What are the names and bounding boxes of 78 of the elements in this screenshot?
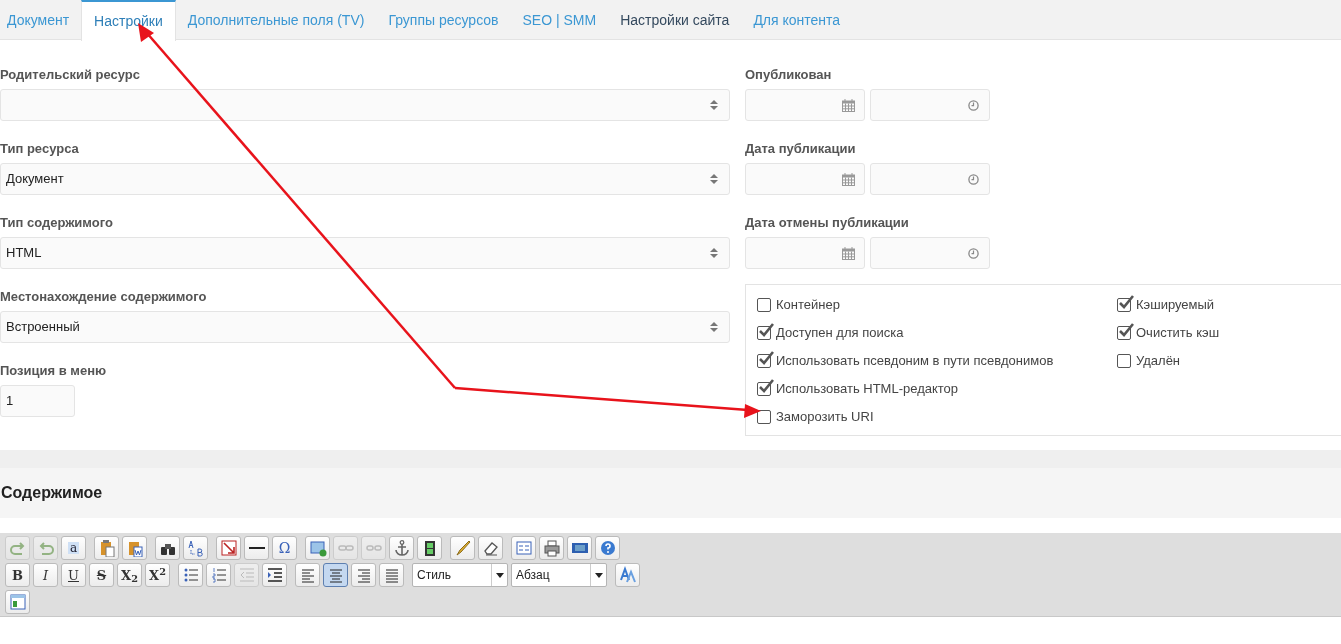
calendar-icon [842,98,855,112]
input-field[interactable]: 1 [0,385,75,417]
toolbar-button[interactable] [417,536,442,560]
calendar-icon [842,172,855,186]
image-icon [308,539,327,557]
section-title: Содержимое [0,483,103,503]
format-button[interactable]: B [5,563,30,587]
toolbar-button[interactable] [244,536,269,560]
format-button[interactable]: X$_{2}$ [117,563,142,587]
checkbox-label: Удалён [1136,352,1181,371]
layout-icon [8,593,27,611]
numbered-list-icon [209,566,228,584]
horizontal-line-icon [248,547,265,549]
date-field[interactable] [745,237,865,269]
checkbox-label: Очистить кэш [1136,324,1220,343]
caret-icon [495,572,504,578]
checkbox[interactable] [757,410,771,424]
select-caret-icon [710,321,718,333]
checkbox[interactable] [1117,298,1131,312]
clock-icon [968,173,979,185]
toolbar-button[interactable] [262,563,287,587]
checkbox[interactable] [757,354,771,368]
time-field[interactable] [870,163,990,195]
checkbox[interactable] [757,298,771,312]
format-button[interactable]: Ω [272,536,297,560]
date-field[interactable] [745,163,865,195]
calendar-icon [842,246,855,260]
replace-icon [186,539,205,557]
select-field[interactable]: HTML [0,237,730,269]
checkbox-label: Доступен для поиска [776,324,904,343]
caret-icon [594,572,603,578]
field-label: Местонахождение содержимого [0,290,208,304]
help-icon [598,539,617,557]
checkbox-label: Использовать псевдоним в пути псевдонимов [776,352,1054,371]
clock-icon [968,99,979,111]
clock-icon [968,247,979,259]
field-label: Тип содержимого [0,216,114,230]
checkbox-label: Кэшируемый [1136,296,1215,315]
field-label: Дата публикации [745,142,857,156]
select-field[interactable]: Документ [0,163,730,195]
date-field[interactable] [745,89,865,121]
toolbar-button[interactable] [155,536,180,560]
select-caret-icon [710,99,718,111]
select-field[interactable]: Встроенный [0,311,730,343]
checkbox[interactable] [1117,354,1131,368]
format-button[interactable]: S [89,563,114,587]
anchor-icon [392,539,411,557]
select-field[interactable] [0,89,730,121]
field-label: Опубликован [745,68,833,82]
form-icon [514,539,533,557]
field-label: Дата отмены публикации [745,216,910,230]
field-label: Позиция в меню [0,364,108,378]
select-caret-icon [710,173,718,185]
format-dropdown[interactable]: Абзац [511,563,607,587]
checkbox-label: Контейнер [776,296,840,315]
format-button[interactable]: U [61,563,86,587]
select-all-button[interactable]: a [61,536,86,560]
tab[interactable]: Настройки сайта [608,0,742,40]
field-label: Родительский ресурс [0,68,141,82]
toolbar-button[interactable] [567,536,592,560]
time-field[interactable] [870,89,990,121]
checkbox[interactable] [1117,326,1131,340]
printer-icon [542,539,561,557]
text-style-icon [618,566,637,584]
outdent-icon [237,566,256,584]
select-caret-icon [710,247,718,259]
field-label: Тип ресурса [0,142,80,156]
checkbox[interactable] [757,382,771,396]
checkbox-label: Заморозить URI [776,408,874,427]
format-button[interactable]: I [33,563,58,587]
toolbar-button[interactable] [478,536,503,560]
indent-icon [265,566,284,584]
format-dropdown[interactable]: Стиль [412,563,508,587]
time-field[interactable] [870,237,990,269]
format-button[interactable]: X$^{2}$ [145,563,170,587]
checkbox-label: Использовать HTML-редактор [776,380,959,399]
checkbox[interactable] [757,326,771,340]
tab[interactable]: Настройки [81,0,176,41]
